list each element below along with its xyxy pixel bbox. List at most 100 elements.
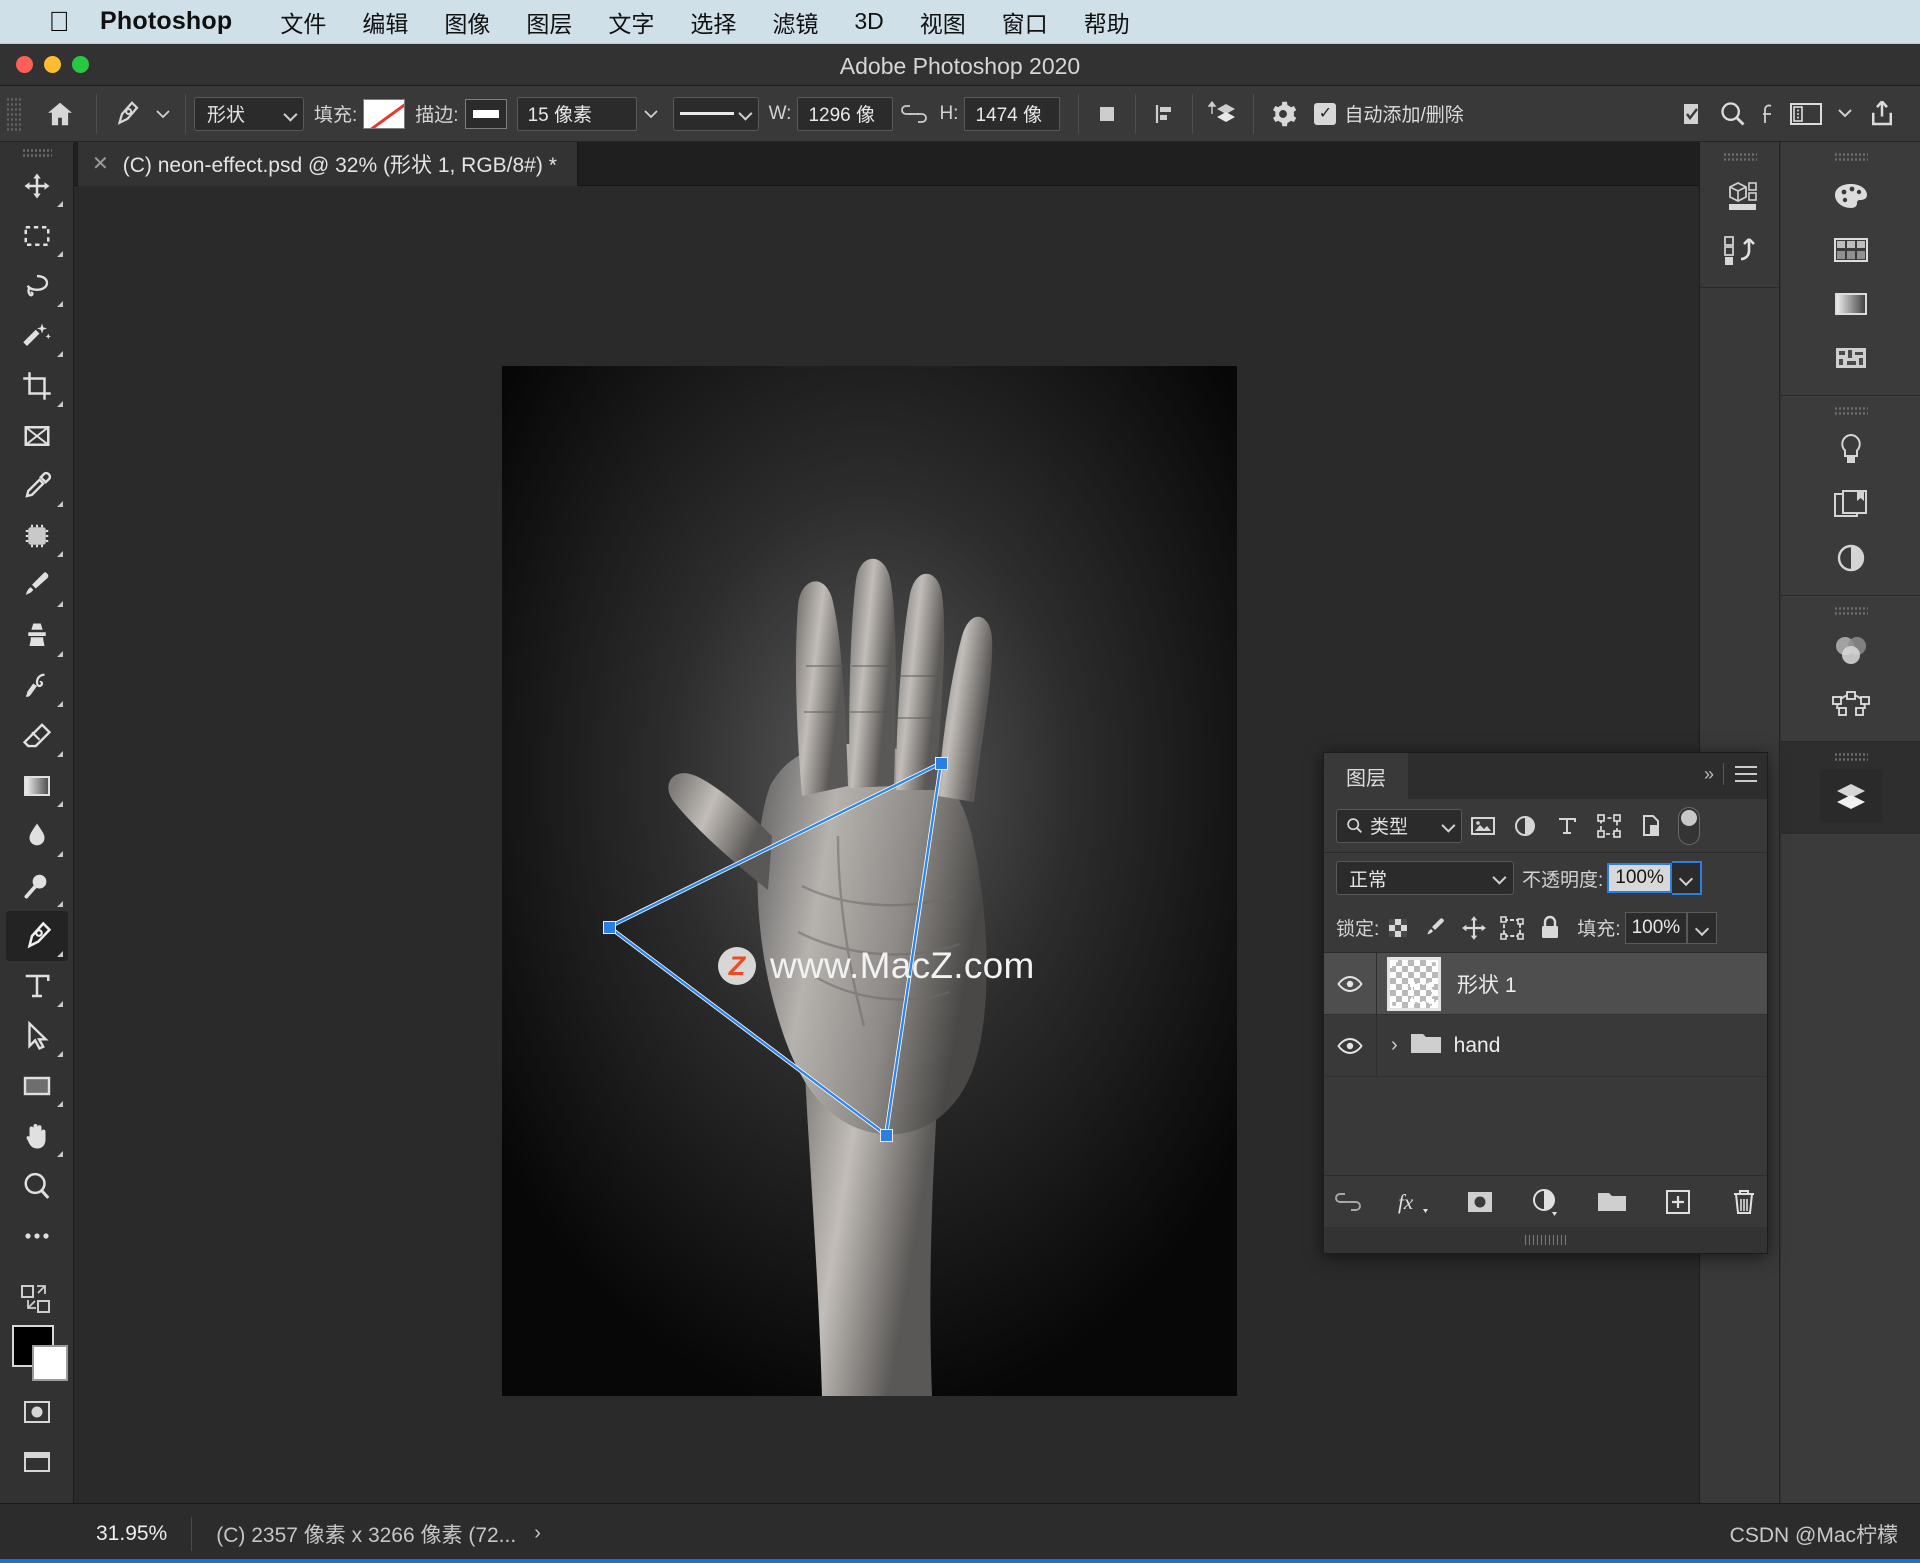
filter-adjustment-icon[interactable] <box>1504 806 1546 846</box>
document-tab[interactable]: ✕ (C) neon-effect.psd @ 32% (形状 1, RGB/8… <box>78 142 578 186</box>
quick-mask-icon[interactable] <box>6 1387 68 1437</box>
stroke-width-chevron-icon[interactable] <box>637 94 665 134</box>
menu-app-name[interactable]: Photoshop <box>100 7 232 36</box>
share-icon[interactable] <box>1860 94 1904 134</box>
pen-tool[interactable] <box>5 911 68 961</box>
gradient-tool[interactable] <box>6 761 68 811</box>
filter-type-icon[interactable] <box>1546 806 1588 846</box>
new-layer-icon[interactable] <box>1660 1184 1696 1220</box>
history-brush-tool[interactable] <box>6 661 68 711</box>
menu-item-filter[interactable]: 滤镜 <box>754 5 836 39</box>
eyedropper-tool[interactable] <box>6 461 68 511</box>
opacity-value[interactable]: 100% <box>1607 863 1672 893</box>
lock-all-icon[interactable] <box>1531 910 1569 946</box>
gear-icon[interactable] <box>1262 94 1304 134</box>
menu-item-file[interactable]: 文件 <box>262 5 344 39</box>
channels-icon[interactable] <box>1820 623 1882 677</box>
menu-item-view[interactable]: 视图 <box>902 5 984 39</box>
crop-tool[interactable] <box>6 361 68 411</box>
path-arrangement-icon[interactable] <box>1201 94 1245 134</box>
swatches-icon[interactable] <box>1820 223 1882 277</box>
double-chevron-right-icon[interactable]: » <box>1704 764 1714 785</box>
path-anchor-point[interactable] <box>935 757 948 770</box>
menu-item-type[interactable]: 文字 <box>590 5 672 39</box>
fill-swatch[interactable] <box>363 98 406 129</box>
marquee-tool[interactable] <box>6 211 68 261</box>
workspace-icon[interactable] <box>1782 94 1830 134</box>
menu-item-edit[interactable]: 编辑 <box>344 5 426 39</box>
menu-item-window[interactable]: 窗口 <box>984 5 1066 39</box>
document-info-expand-icon[interactable]: › <box>534 1522 541 1545</box>
adjustments-bulb-icon[interactable] <box>1820 423 1882 477</box>
filter-smart-object-icon[interactable] <box>1630 806 1672 846</box>
background-color-swatch[interactable] <box>32 1345 68 1381</box>
layers-panel-resize-handle[interactable] <box>1324 1227 1767 1253</box>
lock-transparency-icon[interactable] <box>1379 910 1417 946</box>
gradients-icon[interactable] <box>1820 277 1882 331</box>
frame-tool[interactable] <box>6 411 68 461</box>
rail-grip[interactable] <box>1834 152 1868 161</box>
layer-row-hand-group[interactable]: › hand <box>1324 1014 1767 1077</box>
blend-mode-select[interactable]: 正常 <box>1336 861 1514 895</box>
layer-mask-icon[interactable] <box>1462 1184 1498 1220</box>
path-anchor-point[interactable] <box>880 1129 893 1142</box>
options-bar-grip[interactable] <box>6 96 22 131</box>
adjustment-layer-icon[interactable] <box>1528 1184 1564 1220</box>
eraser-tool[interactable] <box>6 711 68 761</box>
filter-pixel-icon[interactable] <box>1462 806 1504 846</box>
layer-visibility-toggle[interactable] <box>1324 974 1376 994</box>
spot-healing-tool[interactable] <box>6 511 68 561</box>
layer-visibility-toggle[interactable] <box>1324 1036 1376 1056</box>
rectangle-tool[interactable] <box>6 1061 68 1111</box>
tab-layers[interactable]: 图层 <box>1324 753 1408 799</box>
libraries-icon[interactable] <box>1820 477 1882 531</box>
type-tool[interactable] <box>6 961 68 1011</box>
chevron-down-icon[interactable] <box>1830 94 1860 134</box>
rail-grip[interactable] <box>1722 152 1757 161</box>
lasso-tool[interactable] <box>6 261 68 311</box>
color-palette-icon[interactable] <box>1820 169 1882 223</box>
layer-name[interactable]: 形状 1 <box>1457 969 1517 999</box>
filter-enable-toggle[interactable] <box>1678 806 1700 845</box>
clone-stamp-tool[interactable] <box>6 611 68 661</box>
auto-add-delete-checkbox[interactable]: ✓ <box>1314 102 1337 125</box>
zoom-tool[interactable] <box>6 1161 68 1211</box>
shape-mode-select[interactable]: 形状 <box>194 96 304 131</box>
layer-row-shape-1[interactable]: 形状 1 <box>1324 952 1767 1015</box>
lock-artboard-icon[interactable] <box>1493 910 1531 946</box>
home-icon[interactable] <box>38 94 82 134</box>
fill-stepper-chevron-icon[interactable] <box>1687 911 1718 944</box>
select-toggle-icon[interactable] <box>1672 94 1712 134</box>
opacity-stepper-chevron-icon[interactable] <box>1671 861 1702 895</box>
filter-shape-icon[interactable] <box>1588 806 1630 846</box>
delete-layer-icon[interactable] <box>1726 1184 1762 1220</box>
fill-value[interactable]: 100% <box>1624 911 1688 944</box>
layer-name[interactable]: hand <box>1454 1034 1501 1058</box>
font-f-icon[interactable] <box>1754 94 1782 134</box>
link-icon[interactable] <box>893 94 935 134</box>
close-icon[interactable]: ✕ <box>92 154 109 174</box>
width-field[interactable]: 1296 像 <box>797 96 894 131</box>
path-selection-tool[interactable] <box>6 1011 68 1061</box>
rail-grip[interactable] <box>1834 406 1868 415</box>
stroke-style-select[interactable] <box>672 96 759 131</box>
layer-thumbnail[interactable] <box>1387 956 1441 1011</box>
height-field[interactable]: 1474 像 <box>964 96 1061 131</box>
apple-logo-icon[interactable]:  <box>46 7 72 37</box>
move-tool[interactable] <box>6 161 68 211</box>
menu-item-select[interactable]: 选择 <box>672 5 754 39</box>
menu-item-3d[interactable]: 3D <box>836 8 901 35</box>
swap-colors-icon[interactable] <box>6 1279 68 1321</box>
menu-item-help[interactable]: 帮助 <box>1066 5 1148 39</box>
3d-panel-icon[interactable] <box>1709 169 1771 223</box>
rail-grip[interactable] <box>1834 752 1868 761</box>
more-tools-icon[interactable] <box>6 1211 68 1261</box>
history-undo-icon[interactable] <box>1709 223 1771 277</box>
layers-stack-icon[interactable] <box>1820 769 1882 823</box>
screen-mode-icon[interactable] <box>6 1437 68 1487</box>
link-layers-icon[interactable] <box>1330 1184 1366 1220</box>
group-expand-chevron-icon[interactable]: › <box>1391 1034 1398 1057</box>
dodge-tool[interactable] <box>6 861 68 911</box>
adjustments-half-circle-icon[interactable] <box>1820 531 1882 585</box>
pen-tool-preset-chevron-icon[interactable] <box>149 94 177 134</box>
